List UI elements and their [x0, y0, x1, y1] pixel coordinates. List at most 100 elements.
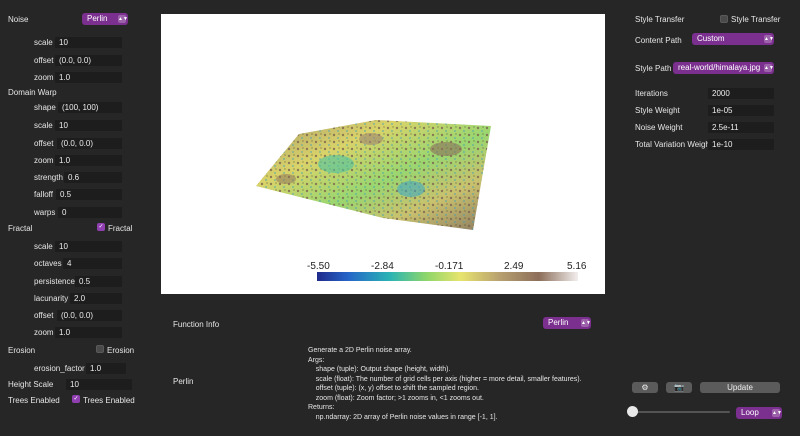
erosion-label: Erosion [8, 346, 36, 355]
warp-offset-label: offset [34, 139, 54, 148]
function-info-select-value: Perlin [548, 318, 569, 327]
doc-line: scale (float): The number of grid cells … [308, 375, 582, 383]
warp-zoom-label: zoom [34, 156, 54, 165]
doc-line: Returns: [308, 404, 335, 411]
noise-label: Noise [8, 15, 29, 24]
playback-slider-track[interactable] [630, 411, 730, 413]
content-path-label: Content Path [635, 36, 682, 45]
warp-warps-label: warps [34, 208, 56, 217]
noise-offset-input[interactable] [55, 55, 122, 66]
iterations-label: Iterations [635, 89, 668, 98]
fractal-offset-input[interactable] [57, 310, 122, 321]
warp-shape-label: shape [34, 103, 56, 112]
fractal-zoom-label: zoom [34, 328, 54, 337]
warp-falloff-input[interactable] [56, 189, 122, 200]
noise-scale-label: scale [34, 38, 53, 47]
terrain-viewport[interactable]: -5.50 -2.84 -0.171 2.49 5.16 [161, 14, 605, 294]
style-path-select[interactable]: real-world/himalaya.jpg ▲▼ [673, 62, 774, 74]
fractal-lacunarity-label: lacunarity [34, 294, 69, 303]
style-transfer-checkbox-label: Style Transfer [731, 15, 781, 24]
tv-weight-input[interactable] [708, 139, 774, 150]
chevron-updown-icon: ▲▼ [772, 409, 782, 417]
fractal-scale-input[interactable] [55, 241, 122, 252]
colorbar-tick: 5.16 [567, 261, 587, 272]
noise-zoom-label: zoom [34, 73, 54, 82]
tv-weight-label: Total Variation Weight [635, 140, 713, 149]
warp-zoom-input[interactable] [55, 155, 122, 166]
style-transfer-label: Style Transfer [635, 15, 685, 24]
doc-line: offset (tuple): (x, y) offset to shift t… [308, 385, 479, 392]
fractal-offset-label: offset [34, 311, 54, 320]
fractal-octaves-label: octaves [34, 259, 62, 268]
erosion-checkbox[interactable] [96, 345, 104, 353]
doc-line: np.ndarray: 2D array of Perlin noise val… [308, 413, 498, 421]
chevron-updown-icon: ▲▼ [764, 64, 774, 72]
colorbar [317, 272, 578, 281]
doc-line: Generate a 2D Perlin noise array. [308, 347, 412, 354]
playback-slider-thumb[interactable] [627, 406, 638, 417]
fractal-octaves-input[interactable] [63, 258, 122, 269]
domain-warp-label: Domain Warp [8, 88, 57, 97]
noise-weight-label: Noise Weight [635, 123, 683, 132]
settings-button[interactable]: ⚙ [632, 382, 658, 393]
warp-scale-input[interactable] [55, 120, 122, 131]
fractal-persistence-label: persistence [34, 277, 75, 286]
noise-scale-input[interactable] [55, 37, 122, 48]
function-info-label: Function Info [173, 320, 220, 329]
chevron-updown-icon: ▲▼ [764, 35, 774, 43]
colorbar-tick: 2.49 [504, 261, 524, 272]
fractal-label: Fractal [8, 224, 33, 233]
fractal-checkbox[interactable]: ✓ [97, 223, 105, 231]
warp-falloff-label: falloff [34, 190, 53, 199]
warp-offset-input[interactable] [57, 138, 122, 149]
trees-enabled-checkbox[interactable]: ✓ [72, 395, 80, 403]
erosion-factor-input[interactable] [86, 363, 126, 374]
fractal-persistence-input[interactable] [75, 276, 122, 287]
style-transfer-checkbox[interactable] [720, 15, 728, 23]
warp-strength-input[interactable] [64, 172, 122, 183]
chevron-updown-icon: ▲▼ [118, 15, 128, 23]
chevron-updown-icon: ▲▼ [581, 319, 591, 327]
fractal-scale-label: scale [34, 242, 53, 251]
loop-select-value: Loop [741, 408, 759, 417]
height-scale-label: Height Scale [8, 380, 54, 389]
erosion-checkbox-label: Erosion [107, 346, 135, 355]
style-path-select-value: real-world/himalaya.jpg [678, 63, 761, 72]
colorbar-tick: -5.50 [307, 261, 330, 272]
function-info-select[interactable]: Perlin ▲▼ [543, 317, 591, 329]
style-weight-input[interactable] [708, 105, 774, 116]
trees-enabled-label: Trees Enabled [8, 396, 60, 405]
doc-line: shape (tuple): Output shape (height, wid… [308, 366, 451, 373]
update-button[interactable]: Update [700, 382, 780, 393]
colorbar-tick: -2.84 [371, 261, 394, 272]
noise-zoom-input[interactable] [55, 72, 122, 83]
fractal-zoom-input[interactable] [55, 327, 122, 338]
height-scale-input[interactable] [66, 379, 132, 390]
camera-icon: 📷 [674, 383, 684, 392]
warp-shape-input[interactable] [58, 102, 122, 113]
iterations-input[interactable] [708, 88, 774, 99]
style-weight-label: Style Weight [635, 106, 680, 115]
doc-line: Args: [308, 356, 325, 364]
erosion-factor-label: erosion_factor [34, 364, 85, 373]
colorbar-tick: -0.171 [435, 261, 464, 272]
fractal-checkbox-label: Fractal [108, 224, 133, 233]
terrain-render [256, 120, 578, 281]
loop-select[interactable]: Loop ▲▼ [736, 407, 782, 419]
noise-type-select-value: Perlin [87, 14, 108, 23]
warp-strength-label: strength [34, 173, 63, 182]
warp-warps-input[interactable] [58, 207, 122, 218]
gear-icon: ⚙ [641, 383, 649, 392]
content-path-select[interactable]: Custom ▲▼ [692, 33, 774, 45]
noise-offset-label: offset [34, 56, 54, 65]
function-name-label: Perlin [173, 377, 194, 386]
fractal-lacunarity-input[interactable] [70, 293, 122, 304]
terrain-surface [256, 120, 491, 230]
screenshot-button[interactable]: 📷 [666, 382, 692, 393]
noise-type-select[interactable]: Perlin ▲▼ [82, 13, 128, 25]
warp-scale-label: scale [34, 121, 53, 130]
doc-line: zoom (float): Zoom factor; >1 zooms in, … [308, 394, 484, 402]
noise-weight-input[interactable] [708, 122, 774, 133]
style-path-label: Style Path [635, 64, 672, 73]
trees-enabled-checkbox-label: Trees Enabled [83, 396, 135, 405]
